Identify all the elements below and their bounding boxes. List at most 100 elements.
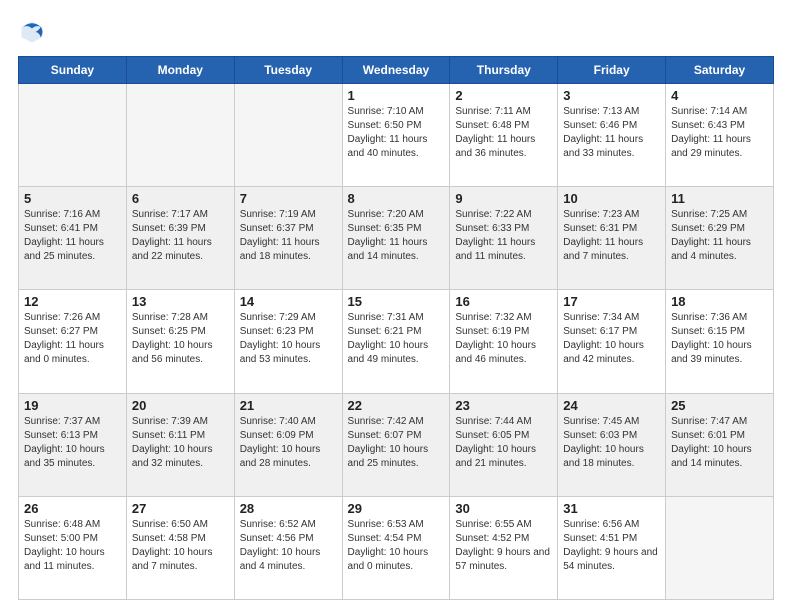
day-number: 13 <box>132 294 229 309</box>
day-number: 22 <box>348 398 445 413</box>
day-number: 4 <box>671 88 768 103</box>
day-number: 11 <box>671 191 768 206</box>
day-info: Sunrise: 7:28 AMSunset: 6:25 PMDaylight:… <box>132 312 213 365</box>
calendar-day-header: Friday <box>558 57 666 84</box>
day-info: Sunrise: 7:14 AMSunset: 6:43 PMDaylight:… <box>671 106 751 159</box>
day-info: Sunrise: 7:39 AMSunset: 6:11 PMDaylight:… <box>132 416 213 469</box>
header <box>18 18 774 46</box>
calendar-day-cell <box>126 84 234 187</box>
calendar-day-header: Tuesday <box>234 57 342 84</box>
day-info: Sunrise: 7:19 AMSunset: 6:37 PMDaylight:… <box>240 209 320 262</box>
calendar-day-cell: 18Sunrise: 7:36 AMSunset: 6:15 PMDayligh… <box>666 290 774 393</box>
calendar-day-cell: 5 Sunrise: 7:16 AMSunset: 6:41 PMDaylight… <box>19 187 127 290</box>
day-number: 3 <box>563 88 660 103</box>
calendar-day-cell: 21Sunrise: 7:40 AMSunset: 6:09 PMDayligh… <box>234 393 342 496</box>
day-number: 16 <box>455 294 552 309</box>
day-info: Sunrise: 7:26 AMSunset: 6:27 PMDaylight:… <box>24 312 104 365</box>
calendar-day-cell: 15Sunrise: 7:31 AMSunset: 6:21 PMDayligh… <box>342 290 450 393</box>
calendar-day-header: Wednesday <box>342 57 450 84</box>
calendar-day-cell: 11 Sunrise: 7:25 AMSunset: 6:29 PMDayligh… <box>666 187 774 290</box>
calendar-header-row: SundayMondayTuesdayWednesdayThursdayFrid… <box>19 57 774 84</box>
day-number: 17 <box>563 294 660 309</box>
day-info: Sunrise: 7:17 AMSunset: 6:39 PMDaylight:… <box>132 209 212 262</box>
day-info: Sunrise: 7:37 AMSunset: 6:13 PMDaylight:… <box>24 416 105 469</box>
calendar-day-cell: 31Sunrise: 6:56 AMSunset: 4:51 PMDayligh… <box>558 496 666 599</box>
calendar-day-cell: 30Sunrise: 6:55 AMSunset: 4:52 PMDayligh… <box>450 496 558 599</box>
calendar-week-row: 5 Sunrise: 7:16 AMSunset: 6:41 PMDaylight… <box>19 187 774 290</box>
calendar-day-cell: 19 Sunrise: 7:37 AMSunset: 6:13 PMDayligh… <box>19 393 127 496</box>
day-number: 5 <box>24 191 121 206</box>
day-number: 19 <box>24 398 121 413</box>
day-number: 23 <box>455 398 552 413</box>
day-info: Sunrise: 7:45 AMSunset: 6:03 PMDaylight:… <box>563 416 644 469</box>
calendar-day-cell: 4 Sunrise: 7:14 AMSunset: 6:43 PMDaylight… <box>666 84 774 187</box>
calendar-day-cell <box>19 84 127 187</box>
calendar-table: SundayMondayTuesdayWednesdayThursdayFrid… <box>18 56 774 600</box>
calendar-day-cell: 27Sunrise: 6:50 AMSunset: 4:58 PMDayligh… <box>126 496 234 599</box>
day-info: Sunrise: 7:36 AMSunset: 6:15 PMDaylight:… <box>671 312 752 365</box>
day-info: Sunrise: 7:40 AMSunset: 6:09 PMDaylight:… <box>240 416 321 469</box>
day-number: 26 <box>24 501 121 516</box>
calendar-day-cell: 12 Sunrise: 7:26 AMSunset: 6:27 PMDayligh… <box>19 290 127 393</box>
calendar-day-cell: 25 Sunrise: 7:47 AMSunset: 6:01 PMDayligh… <box>666 393 774 496</box>
day-number: 31 <box>563 501 660 516</box>
day-number: 1 <box>348 88 445 103</box>
page: SundayMondayTuesdayWednesdayThursdayFrid… <box>0 0 792 612</box>
day-info: Sunrise: 7:23 AMSunset: 6:31 PMDaylight:… <box>563 209 643 262</box>
calendar-day-cell: 29 Sunrise: 6:53 AMSunset: 4:54 PMDayligh… <box>342 496 450 599</box>
day-number: 10 <box>563 191 660 206</box>
calendar-day-cell: 3 Sunrise: 7:13 AMSunset: 6:46 PMDaylight… <box>558 84 666 187</box>
day-number: 12 <box>24 294 121 309</box>
day-number: 7 <box>240 191 337 206</box>
day-info: Sunrise: 7:20 AMSunset: 6:35 PMDaylight:… <box>348 209 428 262</box>
calendar-day-cell: 17 Sunrise: 7:34 AMSunset: 6:17 PMDayligh… <box>558 290 666 393</box>
day-info: Sunrise: 7:10 AMSunset: 6:50 PMDaylight:… <box>348 106 428 159</box>
calendar-day-header: Thursday <box>450 57 558 84</box>
calendar-day-cell: 1 Sunrise: 7:10 AMSunset: 6:50 PMDaylight… <box>342 84 450 187</box>
day-info: Sunrise: 6:52 AMSunset: 4:56 PMDaylight:… <box>240 519 321 572</box>
calendar-day-cell: 24Sunrise: 7:45 AMSunset: 6:03 PMDayligh… <box>558 393 666 496</box>
calendar-day-header: Saturday <box>666 57 774 84</box>
logo <box>18 18 50 46</box>
day-info: Sunrise: 7:22 AMSunset: 6:33 PMDaylight:… <box>455 209 535 262</box>
day-number: 20 <box>132 398 229 413</box>
day-info: Sunrise: 7:13 AMSunset: 6:46 PMDaylight:… <box>563 106 643 159</box>
calendar-day-cell: 16 Sunrise: 7:32 AMSunset: 6:19 PMDayligh… <box>450 290 558 393</box>
day-number: 30 <box>455 501 552 516</box>
calendar-day-cell <box>234 84 342 187</box>
calendar-day-cell: 10 Sunrise: 7:23 AMSunset: 6:31 PMDayligh… <box>558 187 666 290</box>
calendar-day-cell: 26 Sunrise: 6:48 AMSunset: 5:00 PMDayligh… <box>19 496 127 599</box>
day-info: Sunrise: 7:47 AMSunset: 6:01 PMDaylight:… <box>671 416 752 469</box>
calendar-day-cell <box>666 496 774 599</box>
day-info: Sunrise: 7:11 AMSunset: 6:48 PMDaylight:… <box>455 106 535 159</box>
calendar-day-cell: 23 Sunrise: 7:44 AMSunset: 6:05 PMDayligh… <box>450 393 558 496</box>
day-number: 6 <box>132 191 229 206</box>
day-info: Sunrise: 7:32 AMSunset: 6:19 PMDaylight:… <box>455 312 536 365</box>
day-number: 27 <box>132 501 229 516</box>
calendar-week-row: 1 Sunrise: 7:10 AMSunset: 6:50 PMDaylight… <box>19 84 774 187</box>
calendar-day-cell: 22 Sunrise: 7:42 AMSunset: 6:07 PMDayligh… <box>342 393 450 496</box>
calendar-day-cell: 28Sunrise: 6:52 AMSunset: 4:56 PMDayligh… <box>234 496 342 599</box>
day-info: Sunrise: 7:42 AMSunset: 6:07 PMDaylight:… <box>348 416 429 469</box>
calendar-day-cell: 2 Sunrise: 7:11 AMSunset: 6:48 PMDaylight… <box>450 84 558 187</box>
day-number: 8 <box>348 191 445 206</box>
calendar-day-header: Sunday <box>19 57 127 84</box>
calendar-day-cell: 8 Sunrise: 7:20 AMSunset: 6:35 PMDaylight… <box>342 187 450 290</box>
day-info: Sunrise: 6:48 AMSunset: 5:00 PMDaylight:… <box>24 519 105 572</box>
calendar-day-cell: 6 Sunrise: 7:17 AMSunset: 6:39 PMDaylight… <box>126 187 234 290</box>
calendar-day-cell: 14Sunrise: 7:29 AMSunset: 6:23 PMDayligh… <box>234 290 342 393</box>
day-number: 2 <box>455 88 552 103</box>
day-info: Sunrise: 7:34 AMSunset: 6:17 PMDaylight:… <box>563 312 644 365</box>
day-info: Sunrise: 7:29 AMSunset: 6:23 PMDaylight:… <box>240 312 321 365</box>
calendar-day-cell: 9 Sunrise: 7:22 AMSunset: 6:33 PMDaylight… <box>450 187 558 290</box>
day-info: Sunrise: 6:53 AMSunset: 4:54 PMDaylight:… <box>348 519 429 572</box>
day-info: Sunrise: 7:16 AMSunset: 6:41 PMDaylight:… <box>24 209 104 262</box>
day-number: 29 <box>348 501 445 516</box>
day-info: Sunrise: 7:25 AMSunset: 6:29 PMDaylight:… <box>671 209 751 262</box>
day-info: Sunrise: 7:44 AMSunset: 6:05 PMDaylight:… <box>455 416 536 469</box>
day-number: 9 <box>455 191 552 206</box>
calendar-day-cell: 7 Sunrise: 7:19 AMSunset: 6:37 PMDaylight… <box>234 187 342 290</box>
day-number: 15 <box>348 294 445 309</box>
day-number: 25 <box>671 398 768 413</box>
calendar-week-row: 12 Sunrise: 7:26 AMSunset: 6:27 PMDayligh… <box>19 290 774 393</box>
